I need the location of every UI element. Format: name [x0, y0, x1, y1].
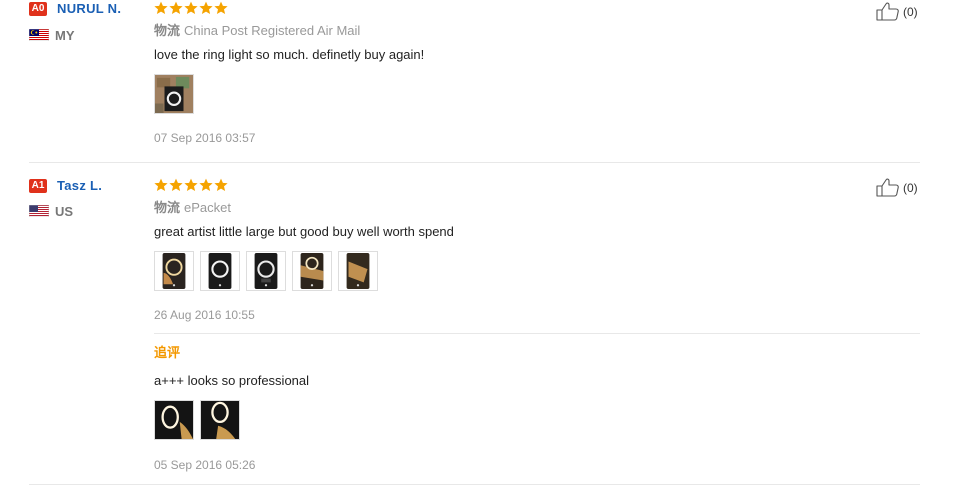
reviewer-name[interactable]: Tasz L.: [57, 178, 102, 194]
star-icon: [199, 1, 213, 14]
review-date: 07 Sep 2016 03:57: [154, 131, 256, 145]
helpful-button[interactable]: (0): [876, 2, 918, 21]
reviewer-country: MY: [55, 28, 75, 43]
review-date: 26 Aug 2016 10:55: [154, 308, 255, 322]
star-icon: [169, 1, 183, 14]
review-item: A0 NURUL N. MY 物流 China Post Registered A…: [0, 0, 955, 162]
review-photos: [154, 251, 378, 291]
reviewer-country: US: [55, 204, 74, 219]
thumbs-up-icon: [876, 178, 899, 197]
followup-text: a+++ looks so professional: [154, 373, 310, 388]
us-flag-icon: [29, 205, 49, 217]
buyer-level-badge: A0: [29, 2, 47, 16]
shipping-method: China Post Registered Air Mail: [184, 23, 361, 38]
star-icon: [214, 178, 228, 191]
review-photo-thumbnail[interactable]: [292, 251, 332, 291]
review-photo-thumbnail[interactable]: [200, 251, 240, 291]
rating-stars: [154, 178, 228, 194]
thumbs-up-icon: [876, 2, 899, 21]
rating-stars: [154, 1, 228, 17]
star-icon: [184, 178, 198, 191]
buyer-level-badge: A1: [29, 179, 47, 193]
shipping-info: 物流 China Post Registered Air Mail: [154, 23, 360, 39]
helpful-count: (0): [903, 180, 918, 195]
shipping-label: 物流: [154, 200, 181, 215]
followup-photos: [154, 400, 240, 440]
followup-date: 05 Sep 2016 05:26: [154, 458, 256, 472]
helpful-count: (0): [903, 4, 918, 19]
star-icon: [154, 178, 168, 191]
review-item: A1 Tasz L. US 物流 ePacket great artist lit…: [0, 163, 955, 483]
followup-label: 追评: [154, 345, 181, 360]
review-photo-thumbnail[interactable]: [154, 251, 194, 291]
followup-divider: [154, 333, 920, 334]
review-text: great artist little large but good buy w…: [154, 224, 454, 239]
malaysia-flag-icon: [29, 29, 49, 41]
review-text: love the ring light so much. definetly b…: [154, 47, 425, 62]
star-icon: [214, 1, 228, 14]
star-icon: [169, 178, 183, 191]
star-icon: [199, 178, 213, 191]
review-photo-thumbnail[interactable]: [338, 251, 378, 291]
reviewer-name[interactable]: NURUL N.: [57, 1, 121, 17]
shipping-info: 物流 ePacket: [154, 200, 231, 216]
followup-photo-thumbnail[interactable]: [154, 400, 194, 440]
followup-photo-thumbnail[interactable]: [200, 400, 240, 440]
helpful-button[interactable]: (0): [876, 178, 918, 197]
review-photo-thumbnail[interactable]: [246, 251, 286, 291]
shipping-label: 物流: [154, 23, 181, 38]
review-divider: [29, 484, 920, 485]
star-icon: [154, 1, 168, 14]
star-icon: [184, 1, 198, 14]
review-photo-thumbnail[interactable]: [154, 74, 194, 114]
shipping-method: ePacket: [184, 200, 231, 215]
review-photos: [154, 74, 194, 114]
